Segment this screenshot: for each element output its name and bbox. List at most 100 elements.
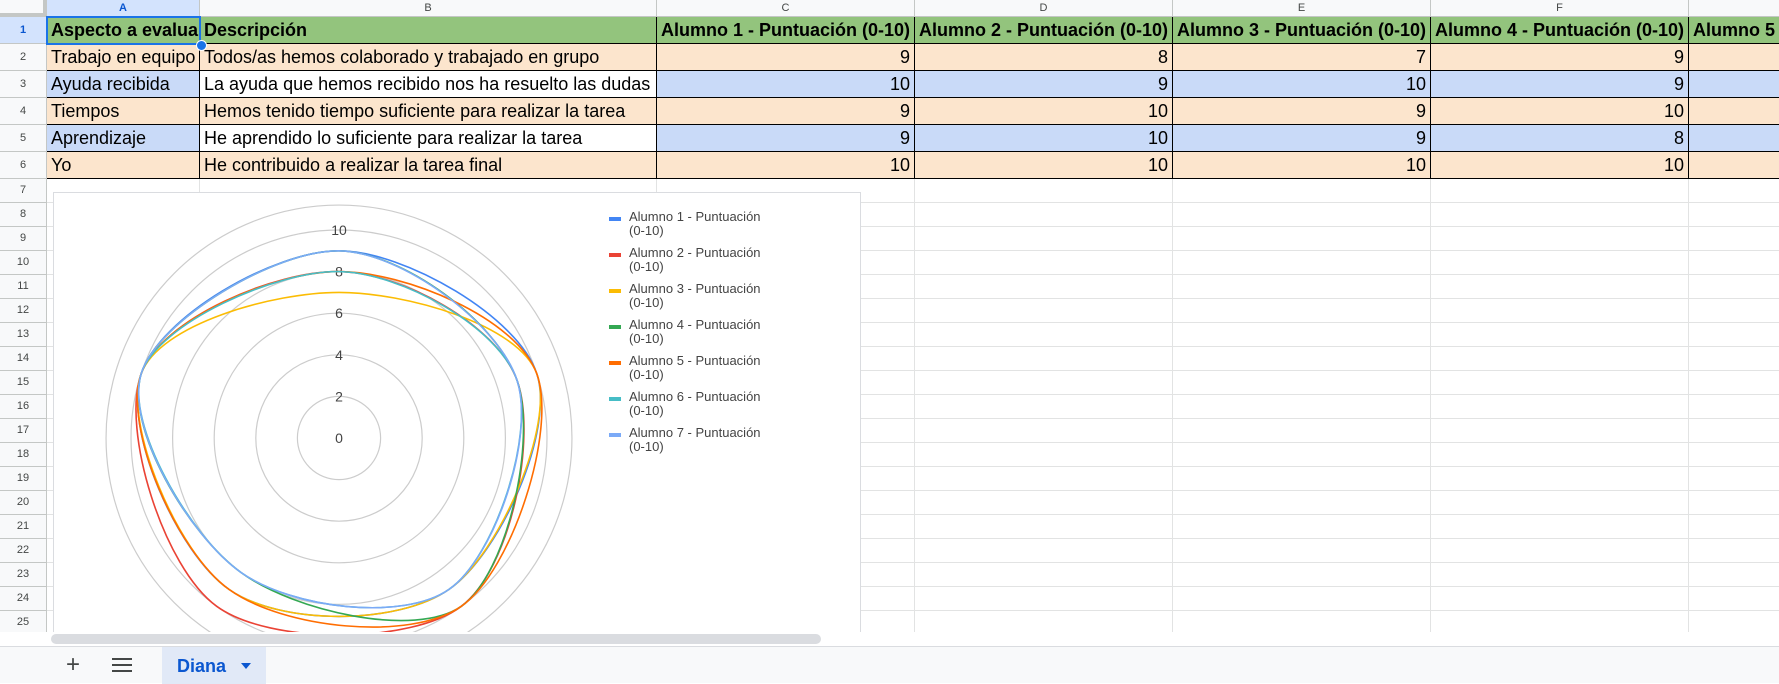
radar-tick-label-2: 2	[335, 388, 343, 404]
column-header-f[interactable]: F	[1431, 0, 1689, 17]
row-header-5[interactable]: 5	[0, 125, 47, 152]
row-header-21[interactable]: 21	[0, 515, 47, 539]
cell-c3[interactable]: 10	[657, 71, 915, 98]
cell-b2[interactable]: Todos/as hemos colaborado y trabajado en…	[200, 44, 657, 71]
legend-swatch-4	[609, 325, 621, 329]
sheet-tab-bar: + Diana	[0, 646, 1779, 684]
cell-d2[interactable]: 8	[915, 44, 1173, 71]
cell-e1[interactable]: Alumno 3 - Puntuación (0-10)	[1173, 17, 1431, 44]
row-header-25[interactable]: 25	[0, 611, 47, 632]
cell-d6[interactable]: 10	[915, 152, 1173, 179]
cell-g6[interactable]	[1689, 152, 1779, 179]
plus-icon[interactable]: +	[60, 652, 86, 678]
menu-icon[interactable]	[108, 652, 136, 678]
row-header-7[interactable]: 7	[0, 179, 47, 203]
column-header-a[interactable]: A	[47, 0, 200, 17]
cell-c4[interactable]: 9	[657, 98, 915, 125]
cell-f1[interactable]: Alumno 4 - Puntuación (0-10)	[1431, 17, 1689, 44]
select-all-corner[interactable]	[0, 0, 47, 17]
column-header-g[interactable]	[1689, 0, 1779, 17]
sheet-tab-label: Diana	[177, 656, 227, 676]
cell-f2[interactable]: 9	[1431, 44, 1689, 71]
legend-swatch-5	[609, 361, 621, 365]
cell-c1[interactable]: Alumno 1 - Puntuación (0-10)	[657, 17, 915, 44]
cell-a5[interactable]: Aprendizaje	[47, 125, 200, 152]
cell-g3[interactable]	[1689, 71, 1779, 98]
row-header-13[interactable]: 13	[0, 323, 47, 347]
cell-f5[interactable]: 8	[1431, 125, 1689, 152]
fill-handle[interactable]	[196, 40, 207, 51]
cell-c6[interactable]: 10	[657, 152, 915, 179]
column-header-d[interactable]: D	[915, 0, 1173, 17]
cell-e3[interactable]: 10	[1173, 71, 1431, 98]
cell-b1[interactable]: Descripción	[200, 17, 657, 44]
row-header-24[interactable]: 24	[0, 587, 47, 611]
row-header-6[interactable]: 6	[0, 152, 47, 179]
radar-tick-label-0: 0	[335, 430, 343, 446]
legend-label-3: Alumno 3 - Puntuación (0-10)	[629, 281, 761, 310]
row-header-14[interactable]: 14	[0, 347, 47, 371]
cell-e5[interactable]: 9	[1173, 125, 1431, 152]
row-header-23[interactable]: 23	[0, 563, 47, 587]
row-header-20[interactable]: 20	[0, 491, 47, 515]
cell-b4[interactable]: Hemos tenido tiempo suficiente para real…	[200, 98, 657, 125]
row-header-22[interactable]: 22	[0, 539, 47, 563]
cell-e6[interactable]: 10	[1173, 152, 1431, 179]
row-header-3[interactable]: 3	[0, 71, 47, 98]
row-header-11[interactable]: 11	[0, 275, 47, 299]
row-header-17[interactable]: 17	[0, 419, 47, 443]
radar-chart[interactable]: 0 2 4 6 8 10 Alumno 1 - Puntuación (0-10) Alumno…	[53, 192, 861, 632]
cell-e4[interactable]: 9	[1173, 98, 1431, 125]
cell-g1[interactable]: Alumno 5	[1689, 17, 1779, 44]
sheet-tab-diana[interactable]: Diana	[162, 647, 266, 684]
row-header-15[interactable]: 15	[0, 371, 47, 395]
row-header-4[interactable]: 4	[0, 98, 47, 125]
caret-down-icon[interactable]	[241, 663, 251, 669]
column-header-b[interactable]: B	[200, 0, 657, 17]
cell-e2[interactable]: 7	[1173, 44, 1431, 71]
column-header-c[interactable]: C	[657, 0, 915, 17]
radar-chart-svg: 0246810Alumno 1 - Puntuación (0-10)Alumno…	[105, 204, 761, 632]
cell-a6[interactable]: Yo	[47, 152, 200, 179]
horizontal-scrollbar[interactable]	[51, 634, 821, 644]
cell-g4[interactable]	[1689, 98, 1779, 125]
radar-series-3	[136, 291, 542, 618]
cell-c5[interactable]: 9	[657, 125, 915, 152]
row-header-8[interactable]: 8	[0, 203, 47, 227]
radar-series-4	[137, 249, 525, 622]
column-header-e[interactable]: E	[1173, 0, 1431, 17]
row-header-18[interactable]: 18	[0, 443, 47, 467]
cell-b6[interactable]: He contribuido a realizar la tarea final	[200, 152, 657, 179]
cell-d3[interactable]: 9	[915, 71, 1173, 98]
cell-c2[interactable]: 9	[657, 44, 915, 71]
row-header-2[interactable]: 2	[0, 44, 47, 71]
cell-f6[interactable]: 10	[1431, 152, 1689, 179]
cell-b3[interactable]: La ayuda que hemos recibido nos ha resue…	[200, 71, 657, 98]
cell-a1[interactable]: Aspecto a evaluar	[47, 17, 200, 44]
legend-label-1: Alumno 1 - Puntuación (0-10)	[629, 209, 761, 238]
spreadsheet-grid[interactable]: A B C D E F 1 2 3 4 5 6 7 8 9 10 11 12 1…	[0, 0, 1779, 632]
cell-d4[interactable]: 10	[915, 98, 1173, 125]
legend-swatch-2	[609, 253, 621, 257]
row-header-9[interactable]: 9	[0, 227, 47, 251]
legend-label-7: Alumno 7 - Puntuación (0-10)	[629, 425, 761, 454]
row-header-16[interactable]: 16	[0, 395, 47, 419]
row-header-12[interactable]: 12	[0, 299, 47, 323]
cell-d1[interactable]: Alumno 2 - Puntuación (0-10)	[915, 17, 1173, 44]
cell-f4[interactable]: 10	[1431, 98, 1689, 125]
legend-label-6: Alumno 6 - Puntuación (0-10)	[629, 389, 761, 418]
legend-swatch-1	[609, 217, 621, 221]
row-header-10[interactable]: 10	[0, 251, 47, 275]
cell-a4[interactable]: Tiempos	[47, 98, 200, 125]
radar-tick-label-10: 10	[331, 222, 347, 238]
cell-a3[interactable]: Ayuda recibida	[47, 71, 200, 98]
cell-a2[interactable]: Trabajo en equipo	[47, 44, 200, 71]
cell-f3[interactable]: 9	[1431, 71, 1689, 98]
row-header-1[interactable]: 1	[0, 17, 47, 44]
cell-g2[interactable]	[1689, 44, 1779, 71]
row-header-19[interactable]: 19	[0, 467, 47, 491]
cell-g5[interactable]	[1689, 125, 1779, 152]
cell-b5[interactable]: He aprendido lo suficiente para realizar…	[200, 125, 657, 152]
radar-tick-label-4: 4	[335, 347, 343, 363]
cell-d5[interactable]: 10	[915, 125, 1173, 152]
